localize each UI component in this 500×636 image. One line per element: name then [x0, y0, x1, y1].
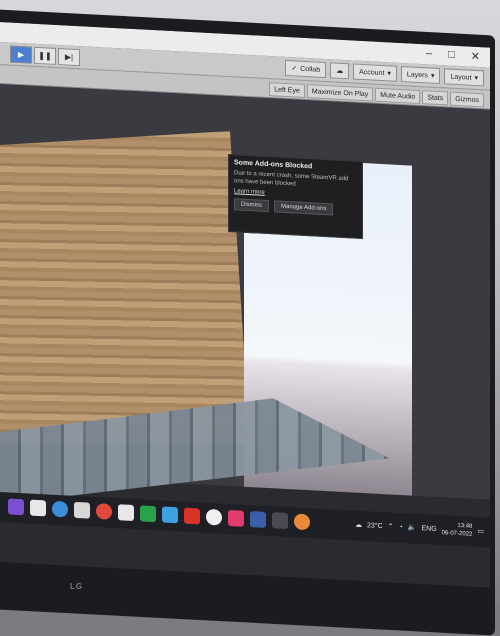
chevron-down-icon: ▾	[474, 74, 478, 83]
photos-icon[interactable]	[118, 504, 134, 522]
step-icon: ▶|	[64, 52, 74, 62]
date: 06-07-2022	[441, 530, 473, 538]
addons-blocked-notification: Some Add-ons Blocked Due to a recent cra…	[228, 153, 363, 240]
chevron-down-icon: ▾	[430, 72, 435, 80]
language[interactable]: ENG	[422, 525, 437, 533]
app-icon[interactable]	[228, 509, 244, 527]
notification-actions: Dismiss Manage Add-ons	[234, 198, 357, 216]
cloud-icon: ☁	[336, 67, 344, 75]
app-icon[interactable]	[74, 501, 90, 519]
play-icon: ▶	[17, 49, 25, 60]
notepad-icon[interactable]	[30, 499, 46, 517]
layers-label: Layers	[406, 70, 428, 79]
pause-button[interactable]: ❚❚	[34, 46, 56, 65]
close-icon[interactable]: ✕	[471, 50, 480, 63]
dismiss-button[interactable]: Dismiss	[234, 198, 269, 213]
window-controls: – □ ✕	[426, 47, 480, 63]
windows-taskbar: ☁ 23°C ⌃ ◔ 🔈 ENG 13:48 06-07-2022 ▭	[0, 492, 490, 548]
taskbar-apps	[8, 498, 310, 531]
game-app-icon[interactable]	[184, 507, 200, 525]
temperature[interactable]: 23°C	[367, 522, 383, 530]
gizmos-dropdown[interactable]: Gizmos	[450, 91, 484, 108]
app-icon[interactable]	[162, 506, 178, 524]
weather-icon[interactable]: ☁	[355, 521, 362, 529]
clock[interactable]: 13:48 06-07-2022	[442, 521, 473, 539]
account-dropdown[interactable]: Account ▾	[353, 63, 397, 82]
maximize-icon[interactable]: □	[448, 48, 455, 61]
checkmark-icon: ✓	[291, 65, 298, 73]
collab-label: Collab	[300, 65, 321, 74]
app-icon[interactable]	[294, 513, 310, 531]
minimize-icon[interactable]: –	[426, 47, 432, 60]
step-button[interactable]: ▶|	[58, 48, 80, 67]
play-controls: ▶ ❚❚ ▶|	[10, 45, 80, 67]
notifications-icon[interactable]: ▭	[477, 527, 484, 535]
spreadsheet-icon[interactable]	[140, 505, 156, 523]
collab-button[interactable]: ✓ Collab	[285, 59, 327, 79]
mute-audio-toggle[interactable]: Mute Audio	[375, 87, 421, 105]
layout-label: Layout	[450, 73, 472, 82]
system-tray: ☁ 23°C ⌃ ◔ 🔈 ENG 13:48 06-07-2022 ▭	[355, 517, 484, 540]
chevron-down-icon: ▾	[387, 70, 391, 78]
game-view[interactable]: Some Add-ons Blocked Due to a recent cra…	[0, 84, 490, 500]
maximize-on-play-toggle[interactable]: Maximize On Play	[306, 84, 374, 102]
stats-toggle[interactable]: Stats	[422, 90, 449, 106]
pause-icon: ❚❚	[38, 51, 52, 61]
layers-dropdown[interactable]: Layers ▾	[400, 66, 441, 85]
eye-dropdown[interactable]: Left Eye	[269, 82, 305, 98]
wifi-icon[interactable]: ◔	[399, 523, 403, 530]
steamvr-icon[interactable]	[272, 512, 288, 530]
monitor-screen: – □ ✕ ▶ ❚❚ ▶| ✓ Collab ☁ Account ▾ Layers ▾…	[0, 22, 490, 588]
layout-dropdown[interactable]: Layout ▾	[444, 68, 484, 87]
browser-icon[interactable]	[52, 500, 68, 518]
play-button[interactable]: ▶	[10, 45, 32, 64]
visual-studio-icon[interactable]	[8, 498, 24, 516]
volume-icon[interactable]: 🔈	[408, 523, 417, 531]
monitor-brand-logo: LG	[70, 582, 84, 591]
manage-addons-button[interactable]: Manage Add-ons	[274, 200, 334, 216]
cloud-button[interactable]: ☁	[330, 62, 350, 80]
account-label: Account	[359, 68, 385, 77]
unity-icon[interactable]	[206, 508, 222, 526]
steam-icon[interactable]	[250, 511, 266, 528]
chevron-up-icon[interactable]: ⌃	[388, 522, 394, 530]
chrome-icon[interactable]	[96, 503, 112, 520]
